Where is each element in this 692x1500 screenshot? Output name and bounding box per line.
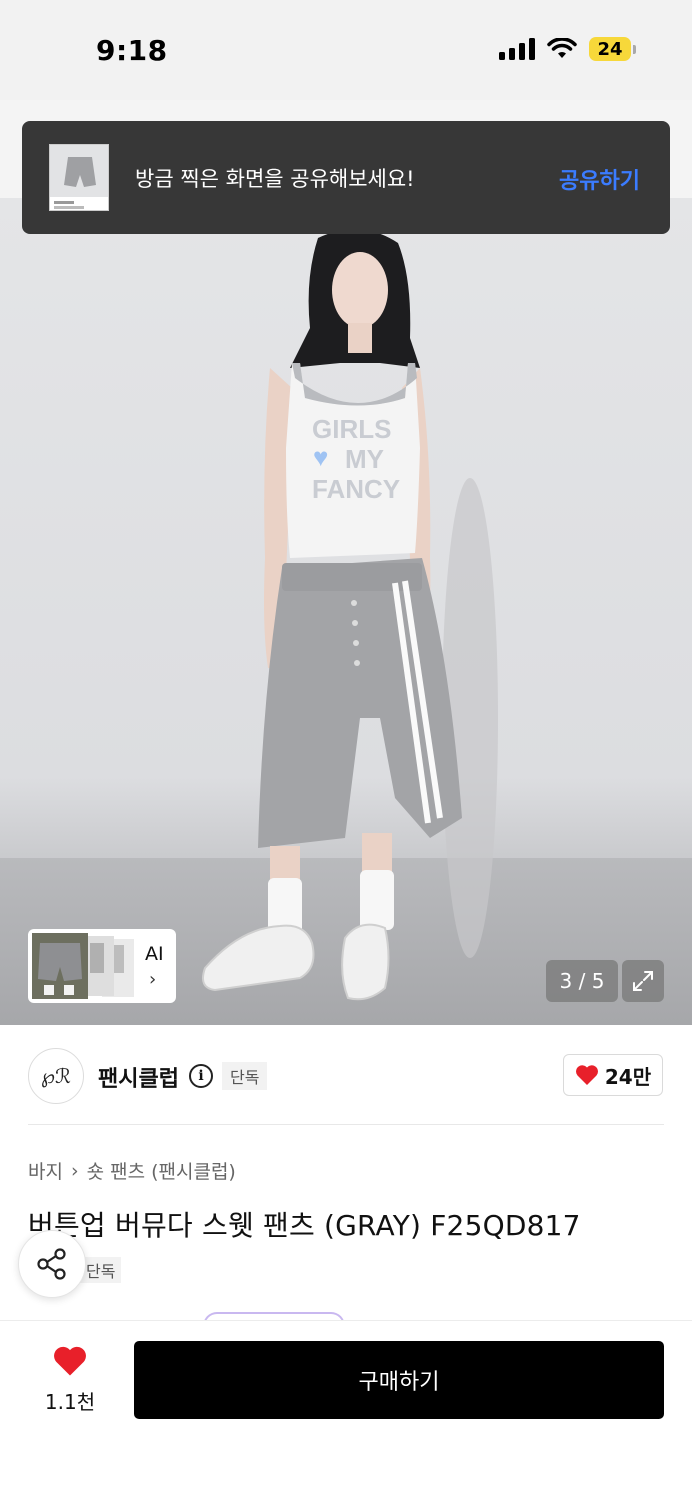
brand-like-button[interactable]: 24만 (563, 1054, 663, 1096)
brand-name[interactable]: 팬시클럽 (98, 1061, 179, 1093)
divider (28, 1124, 664, 1125)
brand-like-count: 24만 (604, 1064, 652, 1089)
svg-text:MY: MY (345, 444, 384, 474)
product-image[interactable]: GIRLS ♥ MY FANCY (0, 198, 692, 1025)
breadcrumb-category[interactable]: 바지 (28, 1157, 63, 1184)
share-icon (37, 1248, 66, 1280)
ai-thumbnails (32, 933, 134, 999)
battery-level: 24 (589, 37, 631, 61)
info-icon[interactable]: i (189, 1064, 213, 1088)
screenshot-thumbnail[interactable] (49, 144, 109, 211)
heart-icon (54, 1346, 86, 1376)
share-toast: 방금 찍은 화면을 공유해보세요! 공유하기 (22, 121, 670, 234)
svg-text:GIRLS: GIRLS (312, 414, 391, 444)
product-title: 버튼업 버뮤다 스웻 팬츠 (GRAY) F25QD817 (28, 1209, 581, 1242)
ai-recommend-button[interactable]: AI › (28, 929, 176, 1003)
expand-icon (633, 971, 653, 991)
breadcrumb: 바지 › 숏 팬츠 (팬시클럽) (28, 1157, 236, 1184)
wishlist-count: 1.1천 (44, 1390, 96, 1414)
breadcrumb-subcategory[interactable]: 숏 팬츠 (팬시클럽) (87, 1157, 236, 1184)
chevron-right-icon: › (70, 1159, 79, 1182)
chevron-right-icon: › (149, 969, 157, 990)
ai-label: AI (145, 943, 164, 965)
buy-button[interactable]: 구매하기 (134, 1341, 664, 1419)
model-figure: GIRLS ♥ MY FANCY (202, 229, 498, 1001)
battery-icon: 24 (589, 37, 636, 61)
svg-text:♥: ♥ (313, 442, 328, 472)
cellular-signal-icon (499, 38, 535, 60)
heart-icon (575, 1065, 598, 1085)
exclusive-badge: 단독 (222, 1062, 268, 1090)
image-counter: 3 / 5 (546, 960, 618, 1002)
status-icons: 24 (499, 37, 636, 61)
svg-text:FANCY: FANCY (312, 474, 400, 504)
brand-logo[interactable]: ℘ℛ (28, 1048, 84, 1104)
toast-message: 방금 찍은 화면을 공유해보세요! (135, 167, 415, 191)
wifi-icon (547, 38, 577, 58)
expand-button[interactable] (622, 960, 664, 1002)
status-time: 9:18 (96, 34, 168, 67)
wishlist-button[interactable] (52, 1345, 88, 1381)
share-action-button[interactable]: 공유하기 (559, 163, 640, 195)
exclusive-badge: 단독 (80, 1257, 122, 1283)
status-bar: 9:18 24 (0, 0, 692, 100)
share-button[interactable] (18, 1230, 86, 1298)
